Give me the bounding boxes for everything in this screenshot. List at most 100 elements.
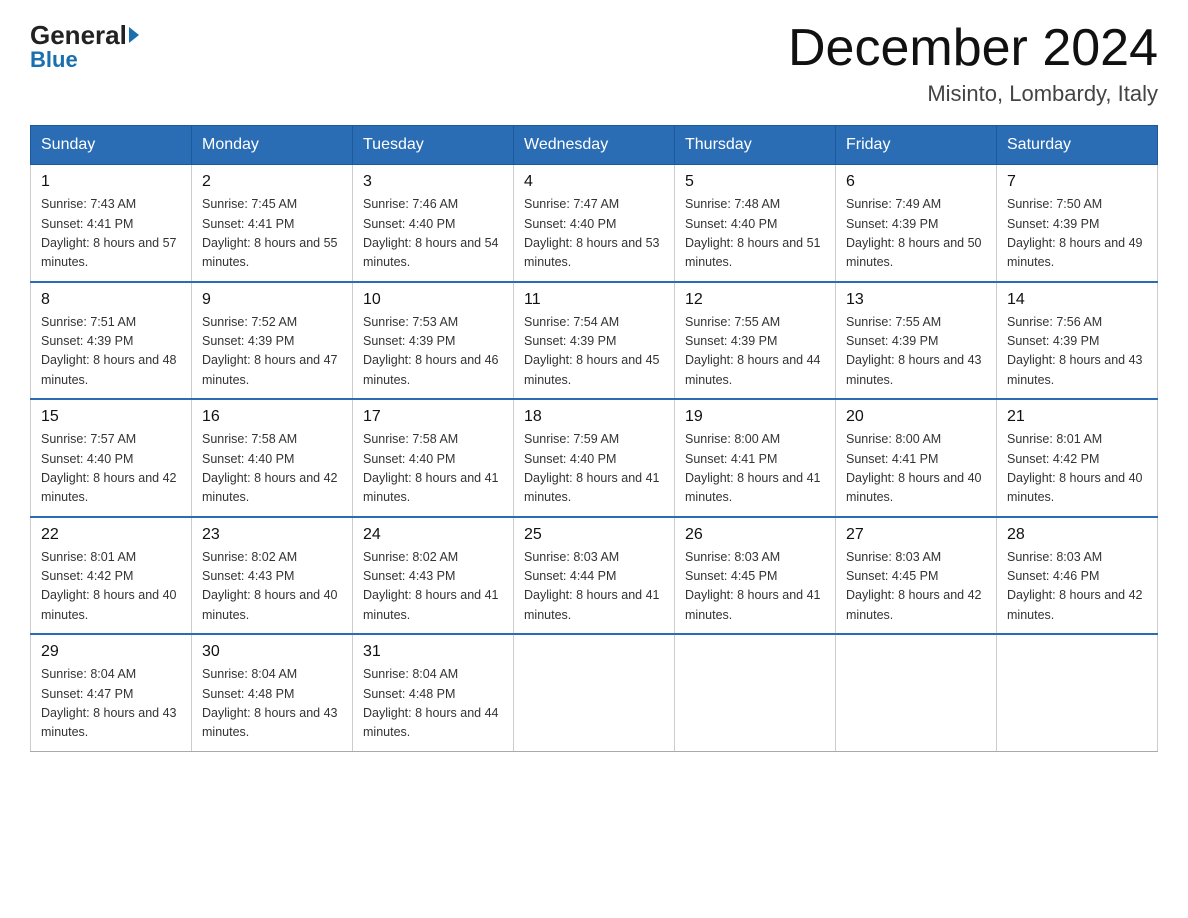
table-row: 28Sunrise: 8:03 AMSunset: 4:46 PMDayligh… (997, 517, 1158, 635)
day-info: Sunrise: 7:58 AMSunset: 4:40 PMDaylight:… (202, 430, 342, 508)
day-number: 13 (846, 291, 986, 309)
sunrise-text: Sunrise: 8:00 AM (846, 432, 941, 446)
daylight-text: Daylight: 8 hours and 43 minutes. (846, 353, 982, 386)
sunrise-text: Sunrise: 8:03 AM (685, 550, 780, 564)
day-info: Sunrise: 8:03 AMSunset: 4:46 PMDaylight:… (1007, 548, 1147, 626)
table-row: 27Sunrise: 8:03 AMSunset: 4:45 PMDayligh… (836, 517, 997, 635)
sunrise-text: Sunrise: 8:03 AM (1007, 550, 1102, 564)
daylight-text: Daylight: 8 hours and 41 minutes. (363, 471, 499, 504)
day-number: 20 (846, 408, 986, 426)
day-number: 3 (363, 173, 503, 191)
sunset-text: Sunset: 4:48 PM (202, 687, 294, 701)
table-row: 8 Sunrise: 7:51 AMSunset: 4:39 PMDaylight… (31, 282, 192, 400)
day-info: Sunrise: 7:53 AMSunset: 4:39 PMDaylight:… (363, 313, 503, 391)
day-info: Sunrise: 8:04 AMSunset: 4:47 PMDaylight:… (41, 665, 181, 743)
day-info: Sunrise: 8:00 AMSunset: 4:41 PMDaylight:… (846, 430, 986, 508)
logo-blue-text: Blue (30, 47, 140, 73)
day-info: Sunrise: 7:49 AMSunset: 4:39 PMDaylight:… (846, 195, 986, 273)
day-number: 10 (363, 291, 503, 309)
daylight-text: Daylight: 8 hours and 54 minutes. (363, 236, 499, 269)
day-number: 6 (846, 173, 986, 191)
sunset-text: Sunset: 4:48 PM (363, 687, 455, 701)
day-info: Sunrise: 8:01 AMSunset: 4:42 PMDaylight:… (1007, 430, 1147, 508)
day-number: 16 (202, 408, 342, 426)
sunrise-text: Sunrise: 7:55 AM (846, 315, 941, 329)
daylight-text: Daylight: 8 hours and 57 minutes. (41, 236, 177, 269)
daylight-text: Daylight: 8 hours and 44 minutes. (685, 353, 821, 386)
table-row: 18Sunrise: 7:59 AMSunset: 4:40 PMDayligh… (514, 399, 675, 517)
sunset-text: Sunset: 4:39 PM (846, 334, 938, 348)
sunrise-text: Sunrise: 8:04 AM (202, 667, 297, 681)
day-info: Sunrise: 7:47 AMSunset: 4:40 PMDaylight:… (524, 195, 664, 273)
day-info: Sunrise: 7:55 AMSunset: 4:39 PMDaylight:… (685, 313, 825, 391)
table-row: 16 Sunrise: 7:58 AMSunset: 4:40 PMDayligh… (192, 399, 353, 517)
table-row: 21Sunrise: 8:01 AMSunset: 4:42 PMDayligh… (997, 399, 1158, 517)
sunrise-text: Sunrise: 7:49 AM (846, 197, 941, 211)
sunset-text: Sunset: 4:42 PM (1007, 452, 1099, 466)
table-row: 24Sunrise: 8:02 AMSunset: 4:43 PMDayligh… (353, 517, 514, 635)
day-number: 9 (202, 291, 342, 309)
day-number: 23 (202, 526, 342, 544)
table-row (836, 634, 997, 751)
sunrise-text: Sunrise: 7:59 AM (524, 432, 619, 446)
header-sunday: Sunday (31, 126, 192, 165)
day-info: Sunrise: 7:43 AMSunset: 4:41 PMDaylight:… (41, 195, 181, 273)
logo: General Blue (30, 20, 140, 73)
daylight-text: Daylight: 8 hours and 50 minutes. (846, 236, 982, 269)
table-row: 1 Sunrise: 7:43 AMSunset: 4:41 PMDaylight… (31, 165, 192, 282)
calendar-table: Sunday Monday Tuesday Wednesday Thursday… (30, 125, 1158, 752)
daylight-text: Daylight: 8 hours and 44 minutes. (363, 706, 499, 739)
sunset-text: Sunset: 4:40 PM (41, 452, 133, 466)
day-number: 1 (41, 173, 181, 191)
day-info: Sunrise: 8:00 AMSunset: 4:41 PMDaylight:… (685, 430, 825, 508)
sunrise-text: Sunrise: 7:45 AM (202, 197, 297, 211)
day-number: 24 (363, 526, 503, 544)
day-info: Sunrise: 7:45 AMSunset: 4:41 PMDaylight:… (202, 195, 342, 273)
header-monday: Monday (192, 126, 353, 165)
daylight-text: Daylight: 8 hours and 40 minutes. (846, 471, 982, 504)
day-info: Sunrise: 8:01 AMSunset: 4:42 PMDaylight:… (41, 548, 181, 626)
daylight-text: Daylight: 8 hours and 41 minutes. (363, 588, 499, 621)
sunrise-text: Sunrise: 7:47 AM (524, 197, 619, 211)
sunset-text: Sunset: 4:41 PM (685, 452, 777, 466)
sunrise-text: Sunrise: 8:01 AM (1007, 432, 1102, 446)
table-row (997, 634, 1158, 751)
calendar-header-row: Sunday Monday Tuesday Wednesday Thursday… (31, 126, 1158, 165)
day-info: Sunrise: 8:03 AMSunset: 4:44 PMDaylight:… (524, 548, 664, 626)
header-thursday: Thursday (675, 126, 836, 165)
day-info: Sunrise: 7:50 AMSunset: 4:39 PMDaylight:… (1007, 195, 1147, 273)
sunrise-text: Sunrise: 7:46 AM (363, 197, 458, 211)
daylight-text: Daylight: 8 hours and 55 minutes. (202, 236, 338, 269)
daylight-text: Daylight: 8 hours and 40 minutes. (41, 588, 177, 621)
sunset-text: Sunset: 4:40 PM (363, 452, 455, 466)
day-info: Sunrise: 7:52 AMSunset: 4:39 PMDaylight:… (202, 313, 342, 391)
sunrise-text: Sunrise: 7:50 AM (1007, 197, 1102, 211)
table-row: 26Sunrise: 8:03 AMSunset: 4:45 PMDayligh… (675, 517, 836, 635)
day-number: 7 (1007, 173, 1147, 191)
daylight-text: Daylight: 8 hours and 42 minutes. (846, 588, 982, 621)
sunset-text: Sunset: 4:43 PM (363, 569, 455, 583)
sunrise-text: Sunrise: 8:04 AM (363, 667, 458, 681)
day-info: Sunrise: 8:03 AMSunset: 4:45 PMDaylight:… (685, 548, 825, 626)
table-row: 14Sunrise: 7:56 AMSunset: 4:39 PMDayligh… (997, 282, 1158, 400)
sunrise-text: Sunrise: 8:00 AM (685, 432, 780, 446)
day-number: 8 (41, 291, 181, 309)
daylight-text: Daylight: 8 hours and 51 minutes. (685, 236, 821, 269)
day-info: Sunrise: 7:51 AMSunset: 4:39 PMDaylight:… (41, 313, 181, 391)
table-row: 30Sunrise: 8:04 AMSunset: 4:48 PMDayligh… (192, 634, 353, 751)
title-area: December 2024 Misinto, Lombardy, Italy (788, 20, 1158, 107)
day-number: 5 (685, 173, 825, 191)
sunrise-text: Sunrise: 7:58 AM (363, 432, 458, 446)
sunset-text: Sunset: 4:40 PM (685, 217, 777, 231)
calendar-week-row: 15Sunrise: 7:57 AMSunset: 4:40 PMDayligh… (31, 399, 1158, 517)
daylight-text: Daylight: 8 hours and 48 minutes. (41, 353, 177, 386)
table-row: 12Sunrise: 7:55 AMSunset: 4:39 PMDayligh… (675, 282, 836, 400)
sunset-text: Sunset: 4:40 PM (363, 217, 455, 231)
sunset-text: Sunset: 4:39 PM (202, 334, 294, 348)
header-wednesday: Wednesday (514, 126, 675, 165)
day-info: Sunrise: 8:04 AM Sunset: 4:48 PM Daylight:… (363, 665, 503, 743)
sunrise-text: Sunrise: 8:01 AM (41, 550, 136, 564)
sunset-text: Sunset: 4:47 PM (41, 687, 133, 701)
logo-arrow-icon (129, 27, 139, 43)
sunrise-text: Sunrise: 7:43 AM (41, 197, 136, 211)
